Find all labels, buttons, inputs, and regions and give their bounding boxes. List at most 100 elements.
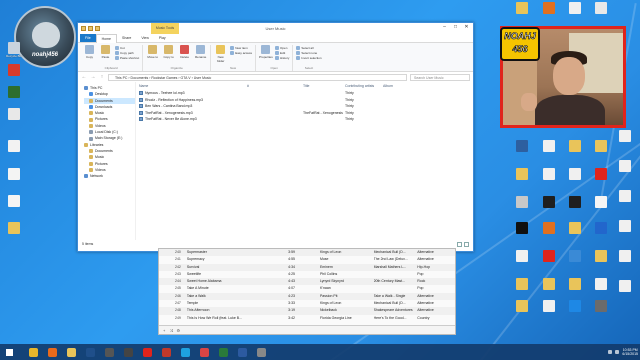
search-input[interactable]: Search User Music [410,73,470,81]
close-button[interactable]: ✕ [462,24,471,31]
desktop-icon[interactable] [1,222,27,235]
tab-home[interactable]: Home [95,33,117,43]
desktop-icon[interactable]: Recycle Bin [1,42,27,59]
column-artists[interactable]: Contributing artists [345,82,383,90]
desktop-icon[interactable] [1,168,27,181]
rename-button[interactable]: Rename [194,45,207,59]
desktop-icon[interactable] [536,300,562,313]
cut-button[interactable]: Cut [115,46,139,50]
desktop-icon[interactable] [562,2,588,15]
desktop-icon[interactable] [562,222,588,235]
tab-view[interactable]: View [136,34,154,42]
forward-arrow-icon[interactable]: → [90,74,96,80]
copy-button[interactable]: Copy [83,45,96,60]
taskbar-folder[interactable] [63,345,79,359]
music-player-window[interactable]: 240 Supermaster 3:59 Kings of Leon Mechanica… [158,248,456,335]
shuffle-icon[interactable]: ⤨ [169,328,172,333]
desktop-icon[interactable] [588,196,614,209]
tiles-view-icon[interactable] [464,241,469,247]
settings-icon[interactable]: ⚙ [177,328,181,333]
taskbar-skype[interactable] [177,345,193,359]
desktop-icon[interactable] [562,300,588,313]
taskbar-music[interactable] [196,345,212,359]
file-explorer-window[interactable]: User Music Music Tools – □ ✕ File Home S… [77,22,474,252]
edit-button[interactable]: Edit [275,51,289,55]
open-button[interactable]: Open [275,46,289,50]
clock[interactable]: 10:53 PM 6/15/2015 [622,348,638,357]
desktop-icon[interactable] [562,278,588,291]
desktop-icon[interactable] [612,250,638,263]
taskbar-chrome[interactable] [25,345,41,359]
delete-button[interactable]: Delete [178,45,191,59]
desktop-icon[interactable] [1,64,27,77]
tab-share[interactable]: Share [117,34,136,42]
desktop-icon[interactable] [536,196,562,209]
taskbar-media[interactable] [158,345,174,359]
desktop-icon[interactable] [562,250,588,263]
select-none-button[interactable]: Select none [296,51,321,55]
desktop-icon[interactable] [588,278,614,291]
title-bar[interactable]: User Music Music Tools – □ ✕ [78,23,473,34]
desktop-icon[interactable] [588,222,614,235]
desktop-icon[interactable] [509,168,535,181]
desktop-icon[interactable] [562,140,588,153]
network-icon[interactable] [608,350,613,354]
desktop-icon[interactable] [536,222,562,235]
desktop-icon[interactable] [509,300,535,313]
column-title[interactable]: Title [303,82,345,90]
context-tab-music-tools[interactable]: Music Tools [151,23,179,34]
taskbar-app2[interactable] [120,345,136,359]
desktop-icon[interactable] [536,140,562,153]
easy-access-button[interactable]: Easy access [230,51,252,55]
taskbar-photoshop[interactable] [82,345,98,359]
desktop-icon[interactable] [1,86,27,99]
add-icon[interactable]: + [163,328,165,333]
desktop-icon[interactable] [509,250,535,263]
desktop-icon[interactable] [536,250,562,263]
song-row[interactable]: 242 Survival 4:34 Eminem Marshall Mathers L.… [159,263,455,271]
desktop-icon[interactable] [562,196,588,209]
minimize-button[interactable]: – [440,24,449,31]
address-bar[interactable]: This PC › Documents › Rockstar Games › G… [108,73,407,81]
tab-file[interactable]: File [80,34,96,42]
desktop-icon[interactable] [588,300,614,313]
song-row[interactable]: 248 This Afternoon 3:19 Nickelback Shakespea… [159,307,455,315]
select-all-button[interactable]: Select all [296,46,321,50]
taskbar-excel[interactable] [215,345,231,359]
desktop-icon[interactable] [509,222,535,235]
up-arrow-icon[interactable]: ↑ [99,74,105,80]
history-button[interactable]: History [275,56,289,60]
tab-play[interactable]: Play [154,34,171,42]
desktop-icon[interactable] [612,130,638,143]
taskbar-app[interactable] [101,345,117,359]
desktop-icon[interactable] [1,108,27,121]
column-number[interactable]: # [247,82,303,90]
desktop-icon[interactable] [588,140,614,153]
desktop-icon[interactable] [612,190,638,203]
desktop-icon[interactable] [1,195,27,208]
desktop-icon[interactable] [509,2,535,15]
desktop-icon[interactable] [588,2,614,15]
song-row[interactable]: 249 This Is How We Roll (feat. Luke B... 3… [159,315,455,322]
paste-button[interactable]: Paste [99,45,112,60]
copy-to-button[interactable]: Copy to [162,45,175,59]
song-row[interactable]: 246 Take a Walk 4:23 Passion Pit Take a Walk… [159,292,455,301]
maximize-button[interactable]: □ [451,24,460,31]
file-row[interactable]: TheFatRat - Never Be Alone.mp3 Thirty [139,116,473,123]
taskbar-screen[interactable] [253,345,269,359]
nav-item[interactable]: Network [84,173,135,179]
desktop-icon[interactable] [509,196,535,209]
paste-shortcut-button[interactable]: Paste shortcut [115,56,139,60]
column-album[interactable]: Album [383,82,423,90]
desktop-icon[interactable] [562,168,588,181]
song-row[interactable]: 244 Sweet Home Alabama 4:43 Lynyrd Skynyrd 2… [159,278,455,286]
desktop-icon[interactable] [536,278,562,291]
desktop-icon[interactable] [612,160,638,173]
song-row[interactable]: 245 Take A Minute 4:07 K'naan Pop [159,285,455,292]
back-arrow-icon[interactable]: ← [81,74,87,80]
desktop-icon[interactable] [588,250,614,263]
volume-icon[interactable] [615,350,620,354]
song-row[interactable]: 241 Supremacy 4:55 Muse The 2nd Law (Delux..… [159,256,455,263]
song-row[interactable]: 243 Sweetlife 4:25 Phil Collins Pop [159,271,455,278]
copy-path-button[interactable]: Copy path [115,51,139,55]
